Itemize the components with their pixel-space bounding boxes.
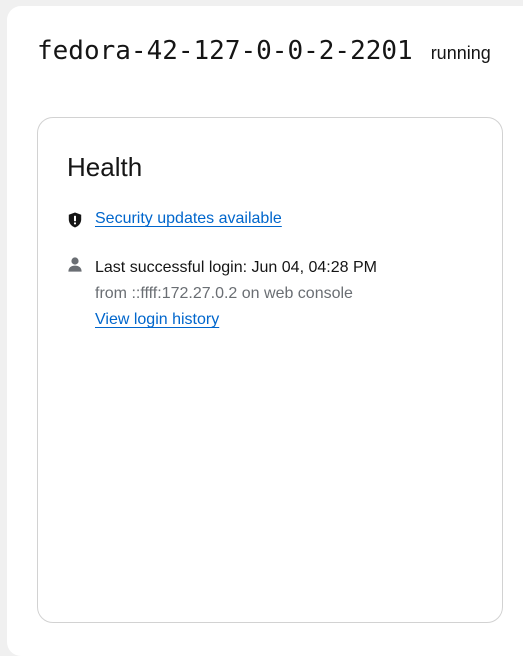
health-card-title: Health <box>67 152 143 182</box>
page-header: fedora-42-127-0-0-2-2201 running <box>37 36 491 66</box>
view-login-history-link[interactable]: View login history <box>95 310 219 330</box>
last-login-summary: Last successful login: Jun 04, 04:28 PM <box>95 259 377 276</box>
security-updates-link[interactable]: Security updates available <box>95 210 282 228</box>
last-login-origin: from ::ffff:172.27.0.2 on web console <box>95 285 353 302</box>
machine-state-label: running <box>430 43 491 63</box>
user-icon <box>67 256 83 272</box>
health-card: Health Security updates available Last s… <box>37 117 503 623</box>
hostname-title: fedora-42-127-0-0-2-2201 <box>37 36 413 66</box>
shield-alert-icon <box>67 212 83 228</box>
last-login-block: Last successful login: Jun 04, 04:28 PM … <box>95 258 377 330</box>
